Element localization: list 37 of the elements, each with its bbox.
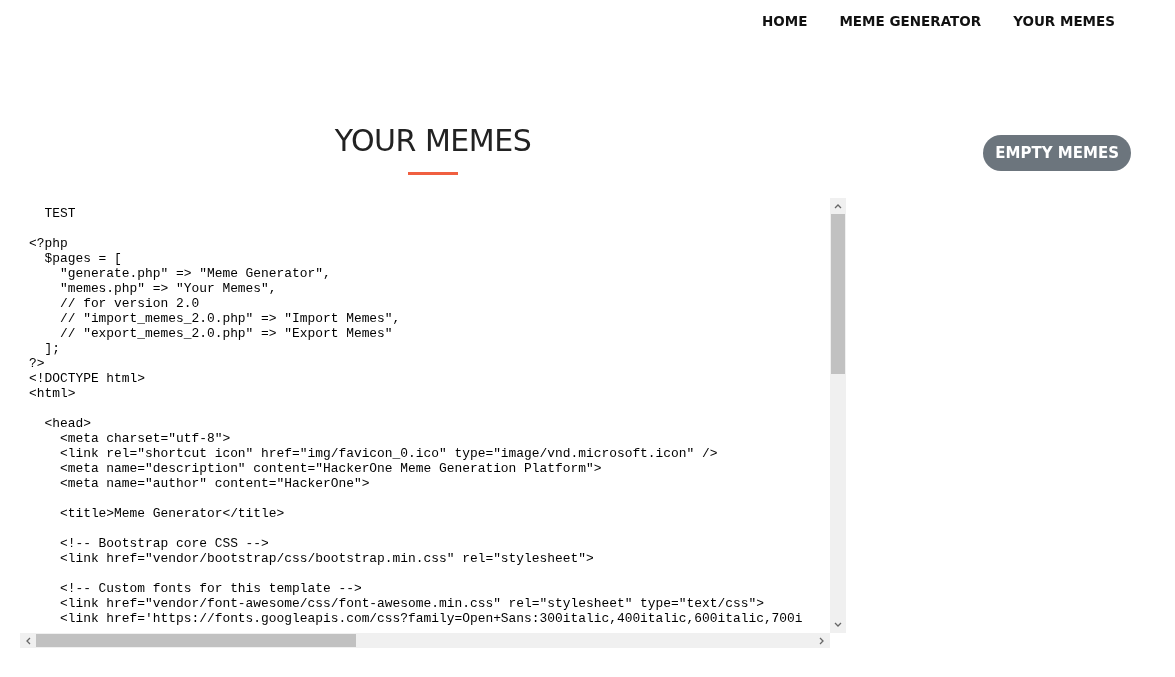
horizontal-scrollbar[interactable]: [20, 633, 830, 648]
code-line: <!DOCTYPE html>: [29, 371, 146, 386]
code-line: <title>Meme Generator</title>: [58, 506, 285, 521]
code-line: <meta name="description" content="HackerOne Meme Generation Platform">: [58, 461, 602, 476]
scrollbar-thumb[interactable]: [831, 214, 845, 374]
code-line: <link href='https://fonts.googleapis.com/css?family=Open+Sans:300italic,400italic,600italic,700i: [58, 611, 803, 626]
code-line: TEST: [43, 206, 76, 221]
scroll-up-icon[interactable]: [834, 203, 842, 209]
code-line: <meta charset="utf-8">: [58, 431, 231, 446]
nav-link[interactable]: MEME GENERATOR: [839, 13, 982, 43]
code-line: // "export_memes_2.0.php" => "Export Memes": [58, 326, 393, 341]
code-line: <head>: [43, 416, 91, 431]
code-line: ];: [43, 341, 60, 356]
code-line: // for version 2.0: [58, 296, 200, 311]
scroll-down-icon[interactable]: [834, 622, 842, 628]
code-line: <?php: [29, 236, 68, 251]
code-line: ?>: [29, 356, 45, 371]
code-line: "memes.php" => "Your Memes",: [58, 281, 277, 296]
code-line: <html>: [29, 386, 76, 401]
code-line: <meta name="author" content="HackerOne">: [58, 476, 370, 491]
code-line: <link rel="shortcut icon" href="img/favicon_0.ico" type="image/vnd.microsoft.icon" />: [58, 446, 718, 461]
nav-link[interactable]: HOME: [761, 13, 808, 43]
code-line: $pages = [: [43, 251, 122, 266]
title-underline: [408, 172, 458, 175]
nav-link[interactable]: YOUR MEMES: [1013, 13, 1115, 43]
code-line: <!-- Custom fonts for this template -->: [58, 581, 362, 596]
page-title: YOUR MEMES: [334, 123, 532, 158]
scroll-right-icon[interactable]: [819, 636, 825, 645]
vertical-scrollbar[interactable]: [830, 198, 846, 633]
code-line: <!-- Bootstrap core CSS -->: [58, 536, 269, 551]
code-line: <link href="vendor/bootstrap/css/bootstrap.min.css" rel="stylesheet">: [58, 551, 594, 566]
scroll-left-icon[interactable]: [25, 636, 31, 645]
code-line: <link href="vendor/font-awesome/css/font-awesome.min.css" rel="stylesheet" type="text/css">: [58, 596, 764, 611]
code-line: // "import_memes_2.0.php" => "Import Memes",: [58, 311, 401, 326]
empty-memes-button[interactable]: EMPTY MEMES: [983, 135, 1131, 171]
code-line: "generate.php" => "Meme Generator",: [58, 266, 331, 281]
scrollbar-thumb[interactable]: [36, 634, 356, 647]
